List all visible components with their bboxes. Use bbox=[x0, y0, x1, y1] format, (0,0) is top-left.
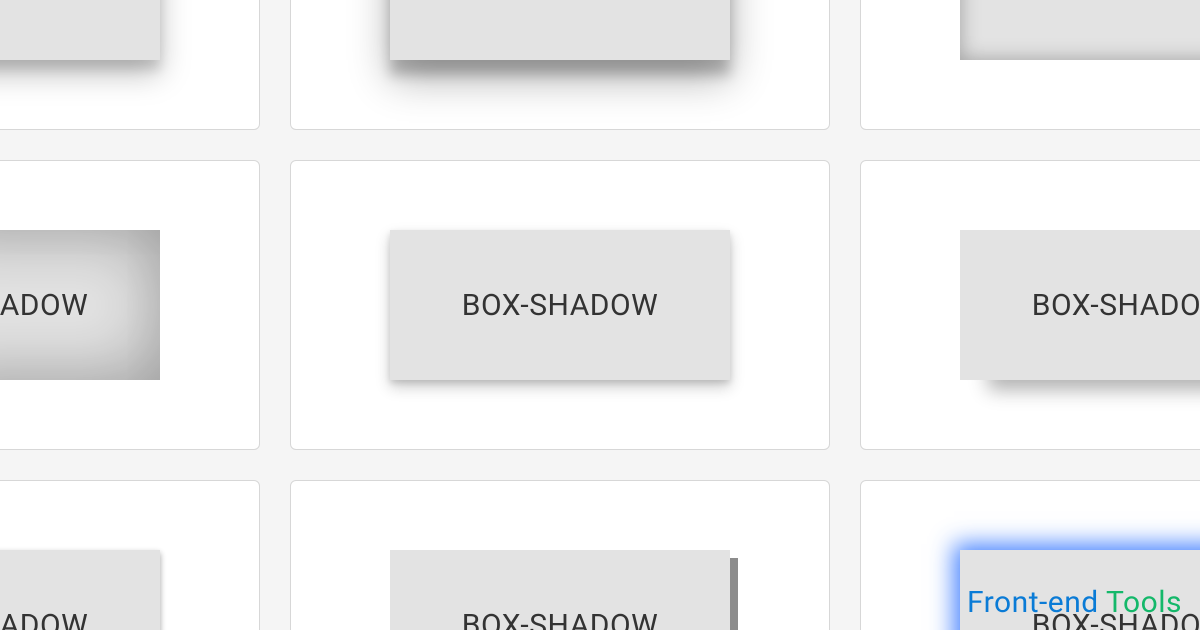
shadow-sample-box: BOX-SHADOW bbox=[960, 0, 1200, 60]
shadow-card[interactable]: BOX-SHADOW bbox=[860, 160, 1200, 450]
shadow-sample-label: BOX-SHADOW bbox=[0, 608, 88, 630]
shadow-card[interactable]: BOX-SHADOW bbox=[290, 0, 830, 130]
shadow-card[interactable]: BOX-SHADOW bbox=[290, 480, 830, 630]
shadow-sample-label: BOX-SHADOW bbox=[1032, 0, 1200, 3]
shadow-examples-grid: BOX-SHADOW BOX-SHADOW BOX-SHADOW BOX-SHA… bbox=[0, 0, 1200, 630]
shadow-sample-box: BOX-SHADOW bbox=[960, 230, 1200, 380]
shadow-sample-label: BOX-SHADOW bbox=[462, 608, 658, 630]
shadow-sample-box: BOX-SHADOW bbox=[0, 550, 160, 630]
watermark-text-1: Front-end bbox=[967, 585, 1106, 620]
shadow-sample-label: BOX-SHADOW bbox=[462, 288, 658, 323]
shadow-sample-box: BOX-SHADOW bbox=[0, 230, 160, 380]
watermark: Front-end Tools bbox=[967, 585, 1182, 620]
shadow-card[interactable]: BOX-SHADOW bbox=[0, 480, 260, 630]
shadow-sample-box: BOX-SHADOW bbox=[0, 0, 160, 60]
watermark-text-2: Tools bbox=[1106, 585, 1182, 620]
shadow-sample-label: BOX-SHADOW bbox=[1032, 288, 1200, 323]
shadow-sample-box: BOX-SHADOW bbox=[390, 550, 730, 630]
shadow-sample-box: BOX-SHADOW bbox=[390, 0, 730, 60]
shadow-sample-label: BOX-SHADOW bbox=[462, 0, 658, 3]
shadow-card[interactable]: BOX-SHADOW bbox=[860, 0, 1200, 130]
shadow-card[interactable]: BOX-SHADOW bbox=[0, 0, 260, 130]
shadow-sample-label: BOX-SHADOW bbox=[0, 288, 88, 323]
shadow-card[interactable]: BOX-SHADOW bbox=[290, 160, 830, 450]
shadow-card[interactable]: BOX-SHADOW bbox=[0, 160, 260, 450]
shadow-sample-label: BOX-SHADOW bbox=[0, 0, 88, 3]
shadow-sample-box: BOX-SHADOW bbox=[390, 230, 730, 380]
